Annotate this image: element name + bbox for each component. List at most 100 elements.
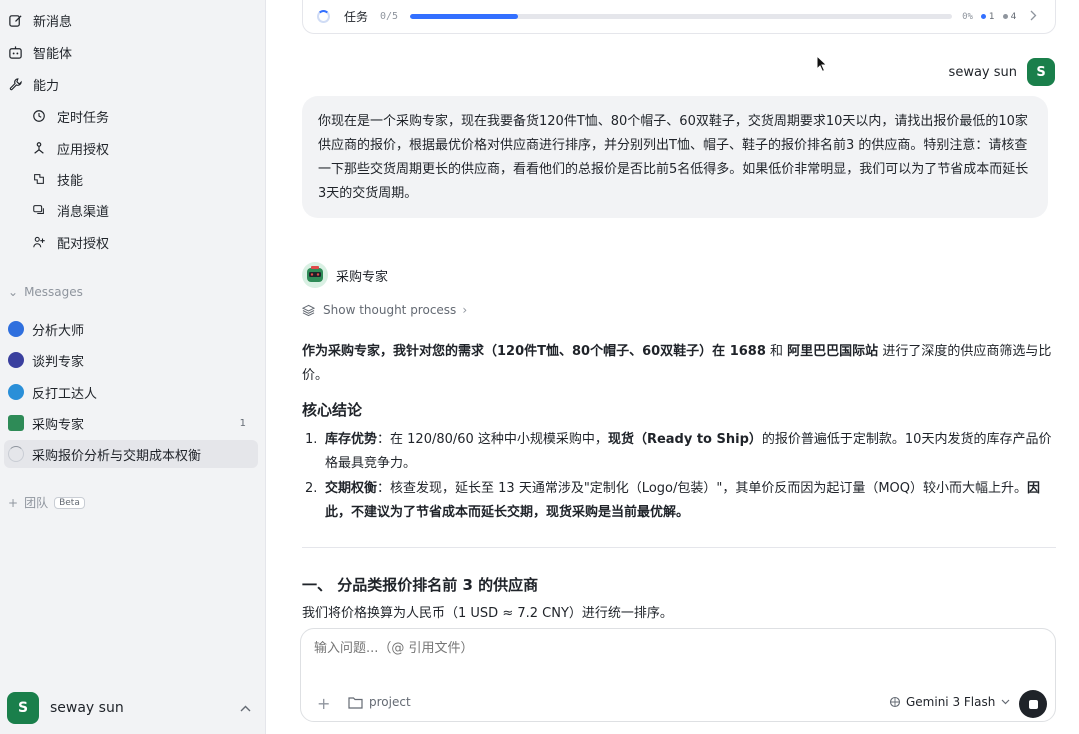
message-item-label: 分析大师 [32,323,85,339]
team-section[interactable]: + 团队 Beta [8,494,85,511]
message-item-label: 反打工达人 [32,386,98,402]
message-item-analysis-master[interactable]: 分析大师 [4,315,258,343]
chevron-down-icon [1001,697,1010,708]
layers-icon [302,304,315,317]
message-item-label: 采购专家 [32,417,85,433]
sidebar: 新消息 智能体 能力 定时任务 应用授权 技能 消息渠道 配对授权 ⌄ Mess… [0,0,266,734]
user-message-bubble: 你现在是一个采购专家，现在我要备货120件T恤、80个帽子、60双鞋子，交货周期… [302,96,1048,218]
message-item-current-conversation[interactable]: 采购报价分析与交期成本权衡 [4,440,258,468]
progress-percent: 0% [962,11,973,22]
core-conclusion-heading: 核心结论 [302,401,363,419]
point-title: 库存优势 [325,432,378,447]
chevron-right-icon[interactable] [1030,10,1037,24]
nav-app-auth[interactable]: 应用授权 [0,135,266,161]
progress-track [410,14,953,19]
chevron-right-icon: › [462,303,468,317]
model-selector[interactable]: Gemini 3 Flash [889,695,1010,709]
user-name: seway sun [50,700,124,716]
point-title: 交期权衡 [325,481,378,496]
agent-avatar [8,415,24,431]
composer: + project Gemini 3 Flash [300,628,1056,722]
nav-label: 智能体 [33,46,73,62]
message-item-anti-worker[interactable]: 反打工达人 [4,378,258,406]
progress-fill [410,14,519,19]
folder-icon [348,696,363,709]
user-account-menu[interactable]: S seway sun [7,692,259,724]
user-message-header: seway sun S [949,58,1055,86]
wrench-icon [7,76,23,92]
platform-alibaba: 阿里巴巴国际站 [787,344,879,359]
section-text: 我们将价格换算为人民币（1 USD ≈ 7.2 CNY）进行统一排序。 [302,606,673,621]
intro-lead: 作为采购专家，我针对您的需求（120件T恤、80个帽子、60双鞋子）在 [302,344,730,359]
avatar: S [1027,58,1055,86]
avatar: S [7,692,39,724]
nav-new-message[interactable]: 新消息 [0,7,266,33]
skill-icon [31,171,47,187]
intro-and: 和 [765,344,788,359]
nav-label: 消息渠道 [57,204,110,220]
conclusion-item: 2. 交期权衡：核查发现，延长至 13 天通常涉及"定制化（Logo/包装）"，… [302,477,1056,525]
robot-icon [7,44,23,60]
divider [302,547,1056,548]
nav-label: 配对授权 [57,236,110,252]
message-item-procurement-expert[interactable]: 采购专家 1 [4,409,258,437]
project-selector[interactable]: project [348,695,411,709]
plus-icon: + [8,495,19,510]
nav-label: 定时任务 [57,110,110,126]
beta-badge: Beta [54,496,85,509]
edit-icon [7,12,23,28]
messages-section-label: Messages [24,285,83,299]
total-dot-icon [1002,14,1008,19]
message-item-label: 谈判专家 [32,354,85,370]
pair-user-icon [31,234,47,250]
mouse-cursor-icon [816,54,828,77]
loading-spinner-icon [8,446,24,462]
chevron-down-icon: ⌄ [8,285,19,299]
chat-channel-icon [31,202,47,218]
messages-section-toggle[interactable]: ⌄ Messages [8,285,83,299]
clock-icon [31,108,47,124]
conclusion-item: 1. 库存优势：在 120/80/60 这种中小规模采购中，现货（Ready t… [302,428,1056,476]
thought-label: Show thought process [323,303,457,317]
agent-name: 采购专家 [336,269,389,285]
user-name: seway sun [948,64,1017,80]
nav-pairing-auth[interactable]: 配对授权 [0,229,266,255]
show-thought-process-toggle[interactable]: Show thought process › [302,303,467,317]
message-item-label: 采购报价分析与交期成本权衡 [32,448,202,464]
task-progress-bar[interactable]: 任务 0/5 0% 1 4 [302,0,1056,34]
nav-scheduled-tasks[interactable]: 定时任务 [0,103,266,129]
stop-icon [1028,699,1038,709]
done-dot-icon [980,14,986,19]
list-number: 1. [305,432,318,447]
done-count: 1 [988,11,995,22]
answer-intro: 作为采购专家，我针对您的需求（120件T恤、80个帽子、60双鞋子）在 1688… [302,340,1056,388]
message-item-negotiation-expert[interactable]: 谈判专家 [4,346,258,374]
app-auth-icon [31,140,47,156]
nav-capabilities[interactable]: 能力 [0,71,266,97]
point-text: ：核查发现，延长至 13 天通常涉及"定制化（Logo/包装）"，其单价反而因为… [377,481,1028,496]
agent-header: 采购专家 [302,262,388,288]
unread-badge: 1 [239,417,246,429]
model-icon [889,696,901,708]
nav-message-channels[interactable]: 消息渠道 [0,197,266,223]
point-text: ：在 120/80/60 这种中小规模采购中， [377,432,608,447]
nav-skills[interactable]: 技能 [0,166,266,192]
agent-avatar [8,352,24,368]
nav-agents[interactable]: 智能体 [0,39,266,65]
agent-avatar [302,262,328,288]
team-label: 团队 [24,496,49,510]
point-emphasis: 现货（Ready to Ship） [607,432,762,447]
platform-1688: 1688 [729,344,766,359]
project-label: project [369,695,411,709]
model-label: Gemini 3 Flash [906,695,996,709]
add-attachment-button[interactable]: + [317,694,330,713]
stop-generation-button[interactable] [1019,690,1047,718]
task-label: 任务 [344,10,369,24]
chat-input[interactable] [314,641,914,656]
section-heading: 一、 分品类报价排名前 3 的供应商 [302,576,539,594]
agent-avatar [8,384,24,400]
nav-label: 新消息 [33,14,73,30]
nav-label: 能力 [33,78,60,94]
agent-avatar [8,321,24,337]
list-number: 2. [305,481,318,496]
